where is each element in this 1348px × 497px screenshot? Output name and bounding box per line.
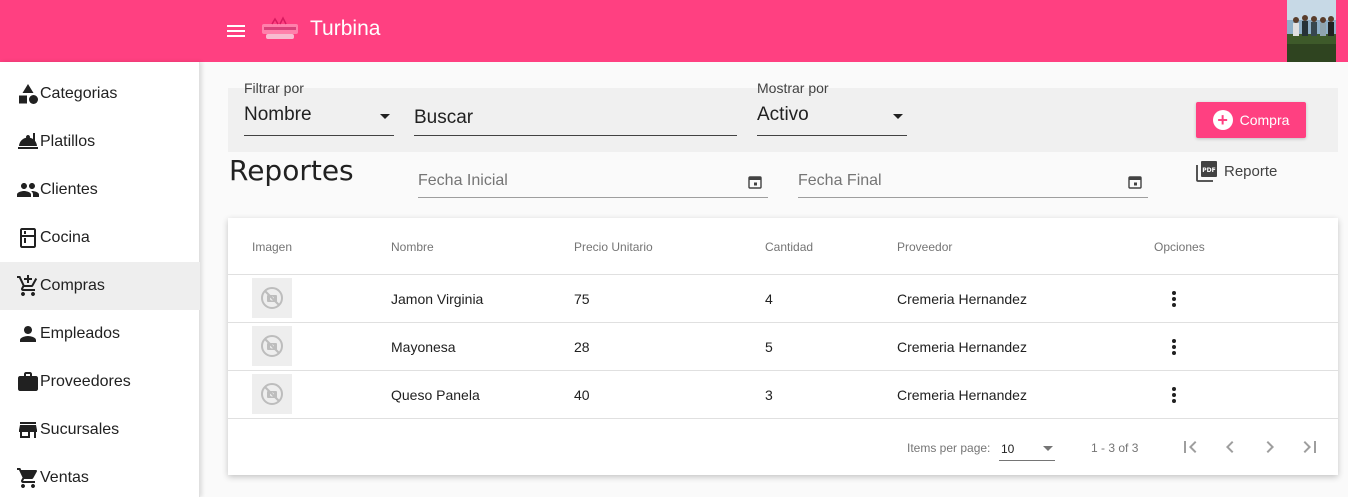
cell-cantidad: 4: [765, 291, 773, 307]
column-header-cantidad[interactable]: Cantidad: [765, 240, 813, 254]
end-date-input[interactable]: [798, 166, 1098, 196]
shopping-cart-icon: [17, 468, 38, 488]
table-row[interactable]: Mayonesa 28 5 Cremeria Hernandez: [228, 323, 1338, 371]
sidebar: Categorias Platillos Clientes Cocina Com…: [0, 62, 200, 497]
calendar-icon[interactable]: [1128, 175, 1142, 189]
product-image: [252, 374, 292, 414]
pdf-report-button[interactable]: PDF Reporte: [1196, 160, 1277, 182]
sidebar-item-proveedores[interactable]: Proveedores: [0, 358, 200, 406]
search-input[interactable]: [414, 96, 737, 134]
pdf-report-label: Reporte: [1224, 162, 1278, 180]
show-by-value: Activo: [757, 104, 809, 125]
sidebar-item-label: Ventas: [40, 469, 89, 486]
sidebar-item-label: Sucursales: [40, 421, 120, 438]
category-icon: [19, 84, 38, 104]
more-vert-icon[interactable]: [1168, 335, 1180, 359]
cell-precio: 40: [574, 387, 590, 403]
calendar-icon[interactable]: [748, 175, 762, 189]
sidebar-item-sucursales[interactable]: Sucursales: [0, 406, 200, 454]
sidebar-item-platillos[interactable]: Platillos: [0, 118, 200, 166]
svg-text:PDF: PDF: [1202, 167, 1215, 174]
sidebar-item-ventas[interactable]: Ventas: [0, 454, 200, 497]
room-service-icon: [18, 133, 38, 149]
table-row[interactable]: Jamon Virginia 75 4 Cremeria Hernandez: [228, 275, 1338, 323]
table-row[interactable]: Queso Panela 40 3 Cremeria Hernandez: [228, 371, 1338, 419]
no-photo-icon: [261, 335, 283, 357]
pdf-icon: PDF: [1196, 161, 1217, 182]
filter-by-value: Nombre: [244, 104, 312, 125]
items-per-page-label: Items per page:: [907, 441, 991, 455]
column-header-opciones: Opciones: [1154, 240, 1205, 254]
next-page-icon[interactable]: [1258, 435, 1282, 459]
product-image: [252, 278, 292, 318]
filter-by-select[interactable]: Nombre: [244, 88, 394, 136]
sidebar-item-label: Compras: [40, 277, 105, 294]
turbina-logo: [258, 16, 302, 44]
cell-proveedor: Cremeria Hernandez: [897, 291, 1027, 307]
cell-nombre: Queso Panela: [391, 387, 480, 403]
top-bar-left-area: [0, 0, 200, 62]
search-field[interactable]: [414, 96, 737, 136]
more-vert-icon[interactable]: [1168, 383, 1180, 407]
sidebar-item-label: Empleados: [40, 325, 121, 342]
product-image: [252, 326, 292, 366]
cell-cantidad: 5: [765, 339, 773, 355]
sidebar-item-label: Platillos: [40, 133, 96, 150]
sidebar-item-clientes[interactable]: Clientes: [0, 166, 200, 214]
menu-button[interactable]: [224, 20, 248, 42]
person-icon: [20, 326, 36, 342]
table-header: Imagen Nombre Precio Unitario Cantidad P…: [228, 218, 1338, 275]
add-shopping-cart-icon: [17, 275, 38, 296]
store-icon: [19, 422, 37, 438]
app-title: Turbina: [310, 17, 381, 40]
column-header-proveedor[interactable]: Proveedor: [897, 240, 952, 254]
sidebar-item-categorias[interactable]: Categorias: [0, 70, 200, 118]
page-title: Reportes: [229, 154, 354, 187]
start-date-input[interactable]: [418, 166, 718, 196]
sidebar-item-label: Cocina: [40, 229, 90, 246]
sidebar-item-cocina[interactable]: Cocina: [0, 214, 200, 262]
add-compra-button-label: Compra: [1239, 112, 1290, 128]
cell-nombre: Jamon Virginia: [391, 291, 484, 307]
top-app-bar: Turbina: [0, 0, 1348, 62]
cell-nombre: Mayonesa: [391, 339, 456, 355]
sidebar-item-label: Clientes: [40, 181, 98, 198]
page-range-label: 1 - 3 of 3: [1091, 441, 1139, 455]
page-size-select[interactable]: 10: [999, 435, 1055, 461]
cell-proveedor: Cremeria Hernandez: [897, 387, 1027, 403]
cell-cantidad: 3: [765, 387, 773, 403]
dropdown-arrow-icon: [380, 114, 390, 119]
last-page-icon[interactable]: [1298, 435, 1322, 459]
show-by-select[interactable]: Activo: [757, 88, 907, 136]
add-compra-button[interactable]: + Compra: [1196, 102, 1306, 138]
dropdown-arrow-icon: [1043, 446, 1053, 451]
kitchen-icon: [20, 228, 36, 248]
sidebar-item-empleados[interactable]: Empleados: [0, 310, 200, 358]
end-date-field[interactable]: [798, 166, 1148, 198]
paginator: Items per page: 10 1 - 3 of 3: [228, 419, 1338, 475]
dropdown-arrow-icon: [893, 114, 903, 119]
column-header-nombre[interactable]: Nombre: [391, 240, 434, 254]
more-vert-icon[interactable]: [1168, 287, 1180, 311]
compras-table: Imagen Nombre Precio Unitario Cantidad P…: [228, 218, 1338, 475]
column-header-precio[interactable]: Precio Unitario: [574, 240, 653, 254]
sidebar-item-label: Categorias: [40, 85, 118, 102]
menu-icon: [227, 25, 245, 37]
start-date-field[interactable]: [418, 166, 768, 198]
add-circle-icon: +: [1212, 110, 1233, 130]
user-avatar[interactable]: [1287, 0, 1336, 62]
sidebar-item-compras[interactable]: Compras: [0, 262, 200, 310]
first-page-icon[interactable]: [1178, 435, 1202, 459]
people-icon: [17, 183, 39, 197]
previous-page-icon[interactable]: [1218, 435, 1242, 459]
cell-precio: 75: [574, 291, 590, 307]
page-size-value: 10: [1001, 442, 1015, 456]
work-icon: [18, 372, 38, 391]
cell-proveedor: Cremeria Hernandez: [897, 339, 1027, 355]
column-header-imagen[interactable]: Imagen: [252, 240, 292, 254]
no-photo-icon: [261, 383, 283, 405]
no-photo-icon: [261, 287, 283, 309]
cell-precio: 28: [574, 339, 590, 355]
sidebar-item-label: Proveedores: [40, 373, 131, 390]
